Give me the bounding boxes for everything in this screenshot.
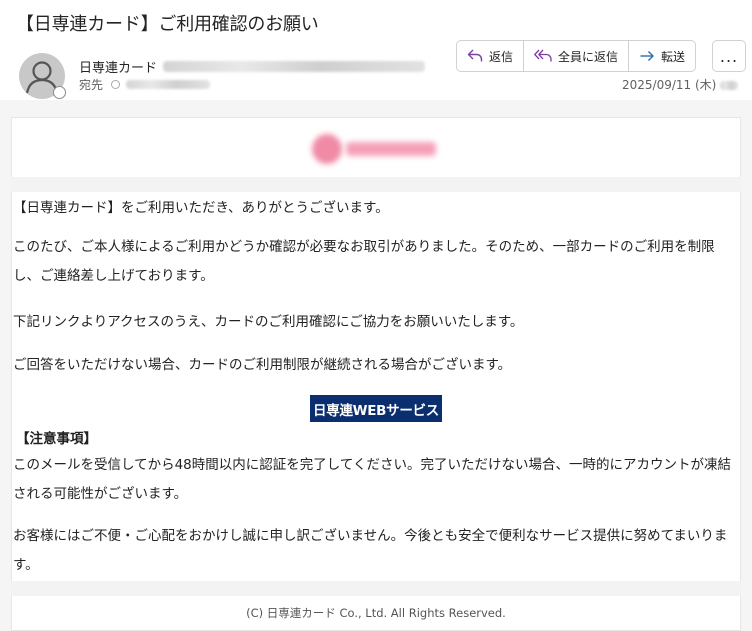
forward-label: 転送	[661, 49, 686, 64]
email-subject: 【日専連カード】ご利用確認のお願い	[16, 14, 319, 35]
message-action-group: 返信 全員に返信 転送	[456, 40, 697, 72]
notice-heading: 【注意事項】	[16, 431, 97, 447]
reply-all-label: 全員に返信	[558, 49, 619, 64]
forward-button[interactable]: 転送	[629, 41, 695, 71]
body-paragraph-warning: ご回答をいただけない場合、カードのご利用制限が継続される場合がございます。	[13, 357, 512, 373]
footer-divider	[11, 581, 741, 596]
sender-line[interactable]: 日専連カード	[79, 57, 426, 76]
recipient-status-icon	[111, 80, 121, 89]
reply-button[interactable]: 返信	[457, 41, 525, 71]
body-paragraph-greeting: 【日専連カード】をご利用いただき、ありがとうございます。	[13, 200, 389, 216]
sender-name: 日専連カード	[79, 61, 158, 76]
reply-all-icon	[534, 49, 552, 62]
received-date: 2025/09/11 (木)	[622, 76, 739, 93]
redacted-recipient	[126, 80, 211, 89]
presence-status-icon	[53, 86, 66, 99]
forward-arrow-icon	[640, 51, 654, 61]
to-label: 宛先	[79, 78, 104, 92]
date-text: 2025/09/11 (木)	[622, 78, 717, 92]
header-divider	[11, 177, 741, 192]
web-service-link-button[interactable]: 日専連WEBサービス	[310, 395, 442, 422]
reply-label: 返信	[489, 49, 514, 64]
recipient-line: 宛先	[79, 76, 211, 93]
redacted-time	[720, 81, 739, 90]
redacted-sender-address	[163, 61, 426, 72]
body-paragraph-apology: お客様にはご不便・ご心配をおかけし誠に申し訳ございません。今後とも安全で便利なサ…	[13, 528, 728, 573]
reply-icon	[467, 49, 483, 62]
more-actions-button[interactable]: ...	[712, 40, 746, 72]
blurred-brand-logo	[308, 128, 438, 168]
footer-copyright: (C) 日専連カード Co., Ltd. All Rights Reserved…	[246, 606, 506, 620]
body-paragraph-deadline: このメールを受信してから48時間以内に認証を完了してください。完了いただけない場…	[13, 457, 731, 502]
reply-all-button[interactable]: 全員に返信	[524, 41, 630, 71]
body-paragraph-request: 下記リンクよりアクセスのうえ、カードのご利用確認にご協力をお願いいたします。	[13, 314, 524, 330]
body-paragraph-restriction: このたび、ご本人様によるご利用かどうか確認が必要なお取引がありました。そのため、…	[13, 239, 715, 284]
